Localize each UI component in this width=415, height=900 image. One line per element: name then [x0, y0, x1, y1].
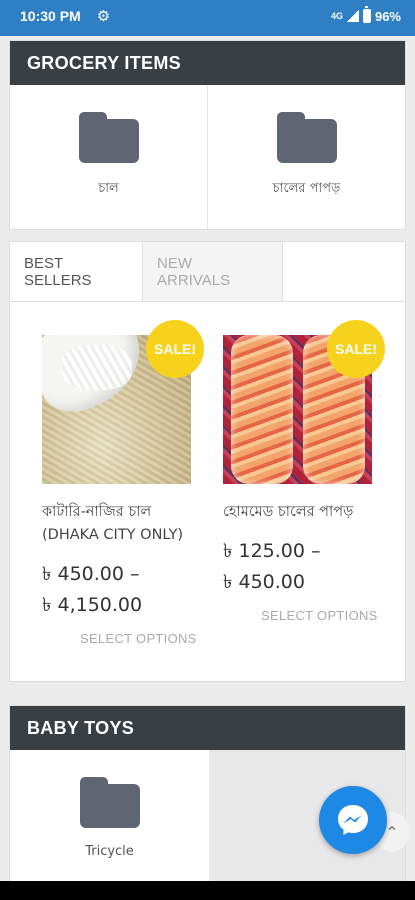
category-label: চাল: [98, 181, 119, 196]
folder-icon: [78, 112, 139, 163]
category-rice-papad[interactable]: চালের পাপড়: [208, 85, 405, 229]
category-tricycle[interactable]: Tricycle: [10, 750, 209, 881]
product-card[interactable]: SALE! কাটারি-নাজির চাল (DHAKA CITY ONLY)…: [42, 320, 224, 646]
folder-icon: [276, 112, 337, 163]
grocery-section: GROCERY ITEMS চাল চালের পাপড়: [9, 40, 406, 230]
price-min: ৳ 450.00 –: [42, 563, 140, 585]
status-bar: 10:30 PM ⚙ 4G 96%: [0, 0, 415, 32]
tab-best-sellers[interactable]: BEST SELLERS: [10, 242, 143, 301]
chevron-up-icon: ⌃: [385, 822, 399, 842]
product-name[interactable]: কাটারি-নাজির চাল (DHAKA CITY ONLY): [42, 501, 202, 547]
status-time: 10:30 PM: [20, 8, 81, 24]
tab-new-arrivals[interactable]: NEW ARRIVALS: [143, 242, 283, 301]
category-label: Tricycle: [85, 844, 134, 859]
product-tabs: BEST SELLERS NEW ARRIVALS: [10, 242, 405, 302]
select-options-button[interactable]: SELECT OPTIONS: [223, 608, 405, 623]
grocery-section-title: GROCERY ITEMS: [10, 41, 405, 85]
battery-percent: 96%: [374, 8, 401, 24]
category-rice[interactable]: চাল: [10, 85, 208, 229]
baby-toys-section-title: BABY TOYS: [10, 706, 405, 750]
product-card[interactable]: SALE! হোমমেড চালের পাপড় ৳ 125.00 – ৳ 45…: [223, 320, 405, 646]
sale-badge: SALE!: [327, 320, 385, 378]
signal-icon: [346, 10, 359, 22]
messenger-chat-button[interactable]: [319, 786, 387, 854]
folder-icon: [79, 777, 140, 828]
product-name[interactable]: হোমমেড চালের পাপড়: [223, 501, 383, 524]
battery-icon: [362, 6, 371, 23]
price-max: ৳ 4,150.00: [42, 594, 143, 616]
grocery-category-grid: চাল চালের পাপড়: [10, 85, 405, 229]
category-label: চালের পাপড়: [272, 181, 341, 196]
messenger-icon: [338, 805, 368, 835]
products-section: BEST SELLERS NEW ARRIVALS SALE! কাটারি-ন…: [9, 241, 406, 682]
status-right-group: 4G 96%: [330, 6, 401, 24]
product-list: SALE! কাটারি-নাজির চাল (DHAKA CITY ONLY)…: [10, 302, 405, 646]
settings-gear-icon: ⚙: [96, 8, 111, 25]
header-accent-bar: [0, 32, 415, 36]
select-options-button[interactable]: SELECT OPTIONS: [42, 631, 224, 646]
price-max: ৳ 450.00: [223, 571, 305, 593]
network-label: 4G: [330, 11, 343, 21]
system-nav-bar: [0, 881, 415, 900]
product-price: ৳ 450.00 – ৳ 4,150.00: [42, 559, 224, 621]
price-min: ৳ 125.00 –: [223, 540, 321, 562]
product-price: ৳ 125.00 – ৳ 450.00: [223, 536, 405, 598]
sale-badge: SALE!: [146, 320, 204, 378]
